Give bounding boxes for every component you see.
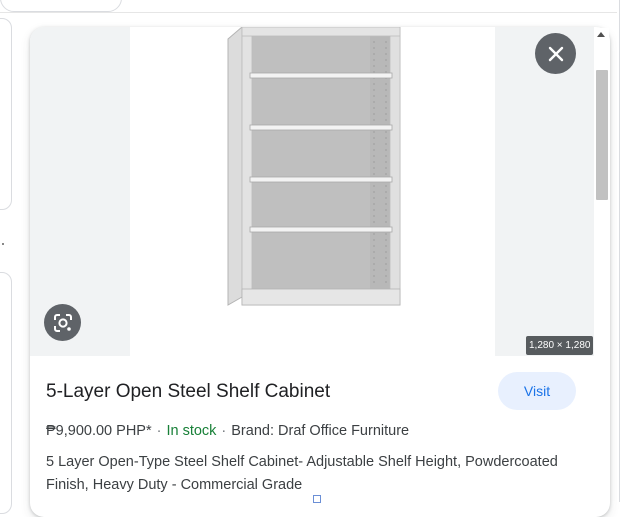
- image-area: 1,280 × 1,280: [30, 27, 594, 356]
- image-preview-panel: 1,280 × 1,280 5-Layer Open Steel Shelf C…: [30, 27, 610, 517]
- visit-button[interactable]: Visit: [498, 372, 576, 410]
- product-meta: ₱9,900.00 PHP* · In stock · Brand: Draf Offi…: [46, 422, 409, 440]
- product-description: 5 Layer Open-Type Steel Shelf Cabinet- A…: [46, 454, 558, 493]
- scroll-up-arrow-icon[interactable]: [597, 32, 605, 37]
- price: ₱9,900.00 PHP*: [46, 423, 152, 439]
- left-dot: [2, 243, 4, 245]
- right-edge-divider: [619, 0, 620, 502]
- stock-status: In stock: [166, 423, 217, 439]
- product-image[interactable]: [130, 27, 495, 356]
- brand: Brand: Draf Office Furniture: [231, 423, 410, 439]
- lens-button[interactable]: [44, 304, 81, 341]
- separator: ·: [221, 423, 227, 439]
- close-icon: [548, 46, 563, 61]
- image-dimensions-badge: 1,280 × 1,280: [526, 336, 594, 355]
- left-result-card-2[interactable]: [0, 272, 12, 514]
- cabinet-image: [227, 27, 401, 306]
- scrollbar-thumb[interactable]: [596, 70, 608, 200]
- product-title[interactable]: 5-Layer Open Steel Shelf Cabinet: [46, 380, 486, 404]
- left-result-card[interactable]: [0, 18, 12, 210]
- close-button[interactable]: [535, 33, 576, 74]
- lens-icon: [53, 313, 72, 332]
- top-strip: [0, 0, 627, 13]
- search-bar-edge[interactable]: [0, 0, 122, 12]
- separator: ·: [156, 423, 162, 439]
